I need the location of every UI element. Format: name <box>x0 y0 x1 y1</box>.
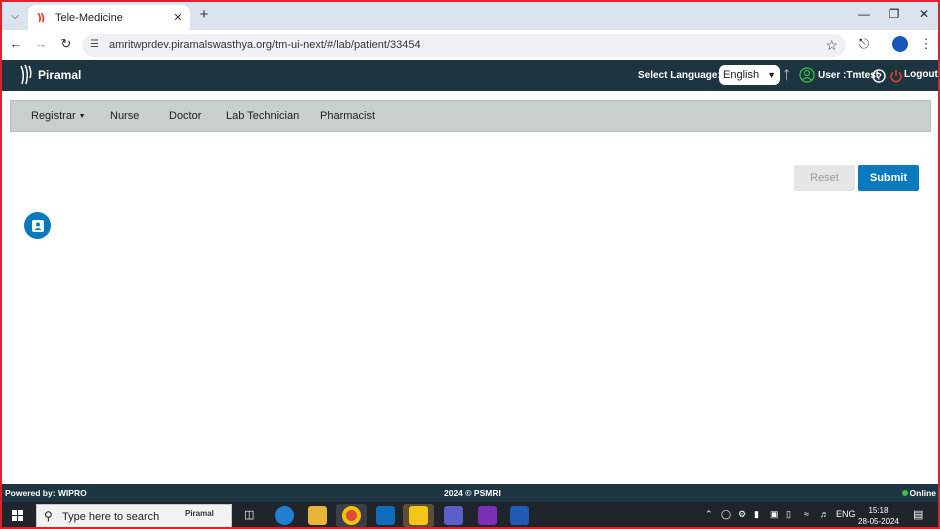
sticky-notes-icon <box>409 506 428 525</box>
help-icon[interactable]: ? <box>872 68 886 84</box>
input-language[interactable]: ENG <box>836 509 856 519</box>
nav-registrar[interactable]: Registrar ▼ <box>31 110 86 122</box>
patient-info-button[interactable] <box>24 212 51 239</box>
nav-nurse[interactable]: Nurse <box>110 110 139 122</box>
site-settings-icon[interactable]: ☰ <box>90 39 99 50</box>
task-view-icon[interactable]: ◫ <box>244 508 254 521</box>
online-status-label: Online <box>909 488 936 498</box>
back-icon[interactable]: ← <box>8 37 24 51</box>
caret-down-icon: ▼ <box>78 112 86 120</box>
reset-button[interactable]: Reset <box>794 165 855 191</box>
new-tab-icon[interactable]: + <box>196 7 212 23</box>
role-navigation: Registrar ▼ Nurse Doctor Lab Technician P… <box>10 100 931 132</box>
submit-button[interactable]: Submit <box>858 165 919 191</box>
tab-title: Tele-Medicine <box>55 11 123 24</box>
bookmark-star-icon[interactable]: ☆ <box>825 37 838 54</box>
clock-date: 28-05-2024 <box>858 517 899 526</box>
chevron-down-icon: ▼ <box>767 70 776 80</box>
logout-link[interactable]: Logout <box>904 69 938 80</box>
clock-time: 15:18 <box>868 506 889 515</box>
language-value: English <box>723 69 760 81</box>
onenote-icon[interactable] <box>478 506 497 525</box>
online-dot-icon <box>901 490 908 496</box>
teams-icon[interactable] <box>444 506 463 525</box>
tab-close-icon[interactable]: ✕ <box>170 11 186 24</box>
windows-start-icon[interactable] <box>12 510 23 521</box>
app-footer: Powered by: WIPRO 2024 © PSMRI Online <box>2 484 938 502</box>
edge-icon[interactable] <box>275 506 294 525</box>
online-status: Online <box>901 488 936 498</box>
svg-text:?: ? <box>876 72 882 82</box>
address-bar[interactable]: ☰ amritwprdev.piramalswasthya.org/tm-ui-… <box>82 34 846 57</box>
browser-toolbar: ← → ↻ ☰ amritwprdev.piramalswasthya.org/… <box>2 30 938 60</box>
outlook-icon[interactable] <box>376 506 395 525</box>
taskbar-clock[interactable]: 15:18 28-05-2024 <box>858 505 899 527</box>
brand-name: Piramal <box>38 68 82 82</box>
patient-card-icon <box>31 219 44 232</box>
nav-registrar-label: Registrar <box>31 110 76 122</box>
search-brand-label: Piramal <box>185 509 214 518</box>
screen-icon[interactable]: ▣ <box>770 509 779 520</box>
minimize-icon[interactable]: — <box>854 7 874 21</box>
nav-lab-technician[interactable]: Lab Technician <box>226 110 299 122</box>
volume-icon[interactable]: ♬ <box>820 509 829 519</box>
browser-menu-icon[interactable]: ⋮ <box>918 37 934 51</box>
user-icon[interactable] <box>799 67 815 83</box>
camera-icon[interactable]: ◯ <box>721 509 731 520</box>
search-placeholder: Type here to search <box>62 511 160 523</box>
bluetooth-icon[interactable]: ᛏ <box>783 68 790 84</box>
nav-doctor[interactable]: Doctor <box>169 110 201 122</box>
app-header: Piramal Select Language: English ▼ ᛏ Use… <box>2 60 938 91</box>
reload-icon[interactable]: ↻ <box>58 37 74 51</box>
search-icon: ⚲ <box>44 509 53 523</box>
browser-tab-strip: ⌵ Tele-Medicine ✕ + — ❐ ✕ <box>2 2 938 30</box>
url-text: amritwprdev.piramalswasthya.org/tm-ui-ne… <box>109 39 421 51</box>
tab-list-chevron-icon[interactable]: ⌵ <box>6 7 24 25</box>
piramal-logo-icon <box>20 64 32 85</box>
chrome-icon <box>342 506 361 525</box>
profile-avatar-icon[interactable] <box>892 36 908 52</box>
battery-icon[interactable]: ▯ <box>786 509 791 520</box>
language-select[interactable]: English ▼ <box>719 65 780 85</box>
restore-icon[interactable]: ❐ <box>884 7 904 21</box>
windows-taskbar: ⚲ Type here to search Piramal ◫ ⌃ ◯ ⚙ ▮ … <box>2 502 938 527</box>
forward-icon[interactable]: → <box>33 37 49 51</box>
settings-icon[interactable]: ⚙ <box>738 509 746 520</box>
wifi-icon[interactable]: ≈ <box>804 509 809 519</box>
copyright-text: 2024 © PSMRI <box>444 488 501 498</box>
browser-tab[interactable]: Tele-Medicine ✕ <box>28 5 190 30</box>
extensions-icon[interactable]: ⎋ <box>856 37 872 51</box>
screen-frame: ⌵ Tele-Medicine ✕ + — ❐ ✕ ← → ↻ ☰ amritw… <box>0 0 940 529</box>
taskbar-search[interactable]: ⚲ Type here to search Piramal <box>36 504 232 527</box>
window-close-icon[interactable]: ✕ <box>914 7 934 21</box>
word-icon[interactable] <box>510 506 529 525</box>
powered-by-text: Powered by: WIPRO <box>5 488 87 498</box>
select-language-label: Select Language: <box>638 70 721 81</box>
nav-pharmacist[interactable]: Pharmacist <box>320 110 375 122</box>
microphone-icon[interactable]: ▮ <box>754 509 759 520</box>
piramal-logo: Piramal <box>18 64 81 86</box>
user-name: User :Tmtest <box>818 70 880 81</box>
tray-expand-icon[interactable]: ⌃ <box>705 509 713 520</box>
file-explorer-icon[interactable] <box>308 506 327 525</box>
power-icon[interactable] <box>889 68 903 84</box>
notifications-icon[interactable]: ▤ <box>913 508 923 521</box>
piramal-favicon-icon <box>37 12 45 23</box>
